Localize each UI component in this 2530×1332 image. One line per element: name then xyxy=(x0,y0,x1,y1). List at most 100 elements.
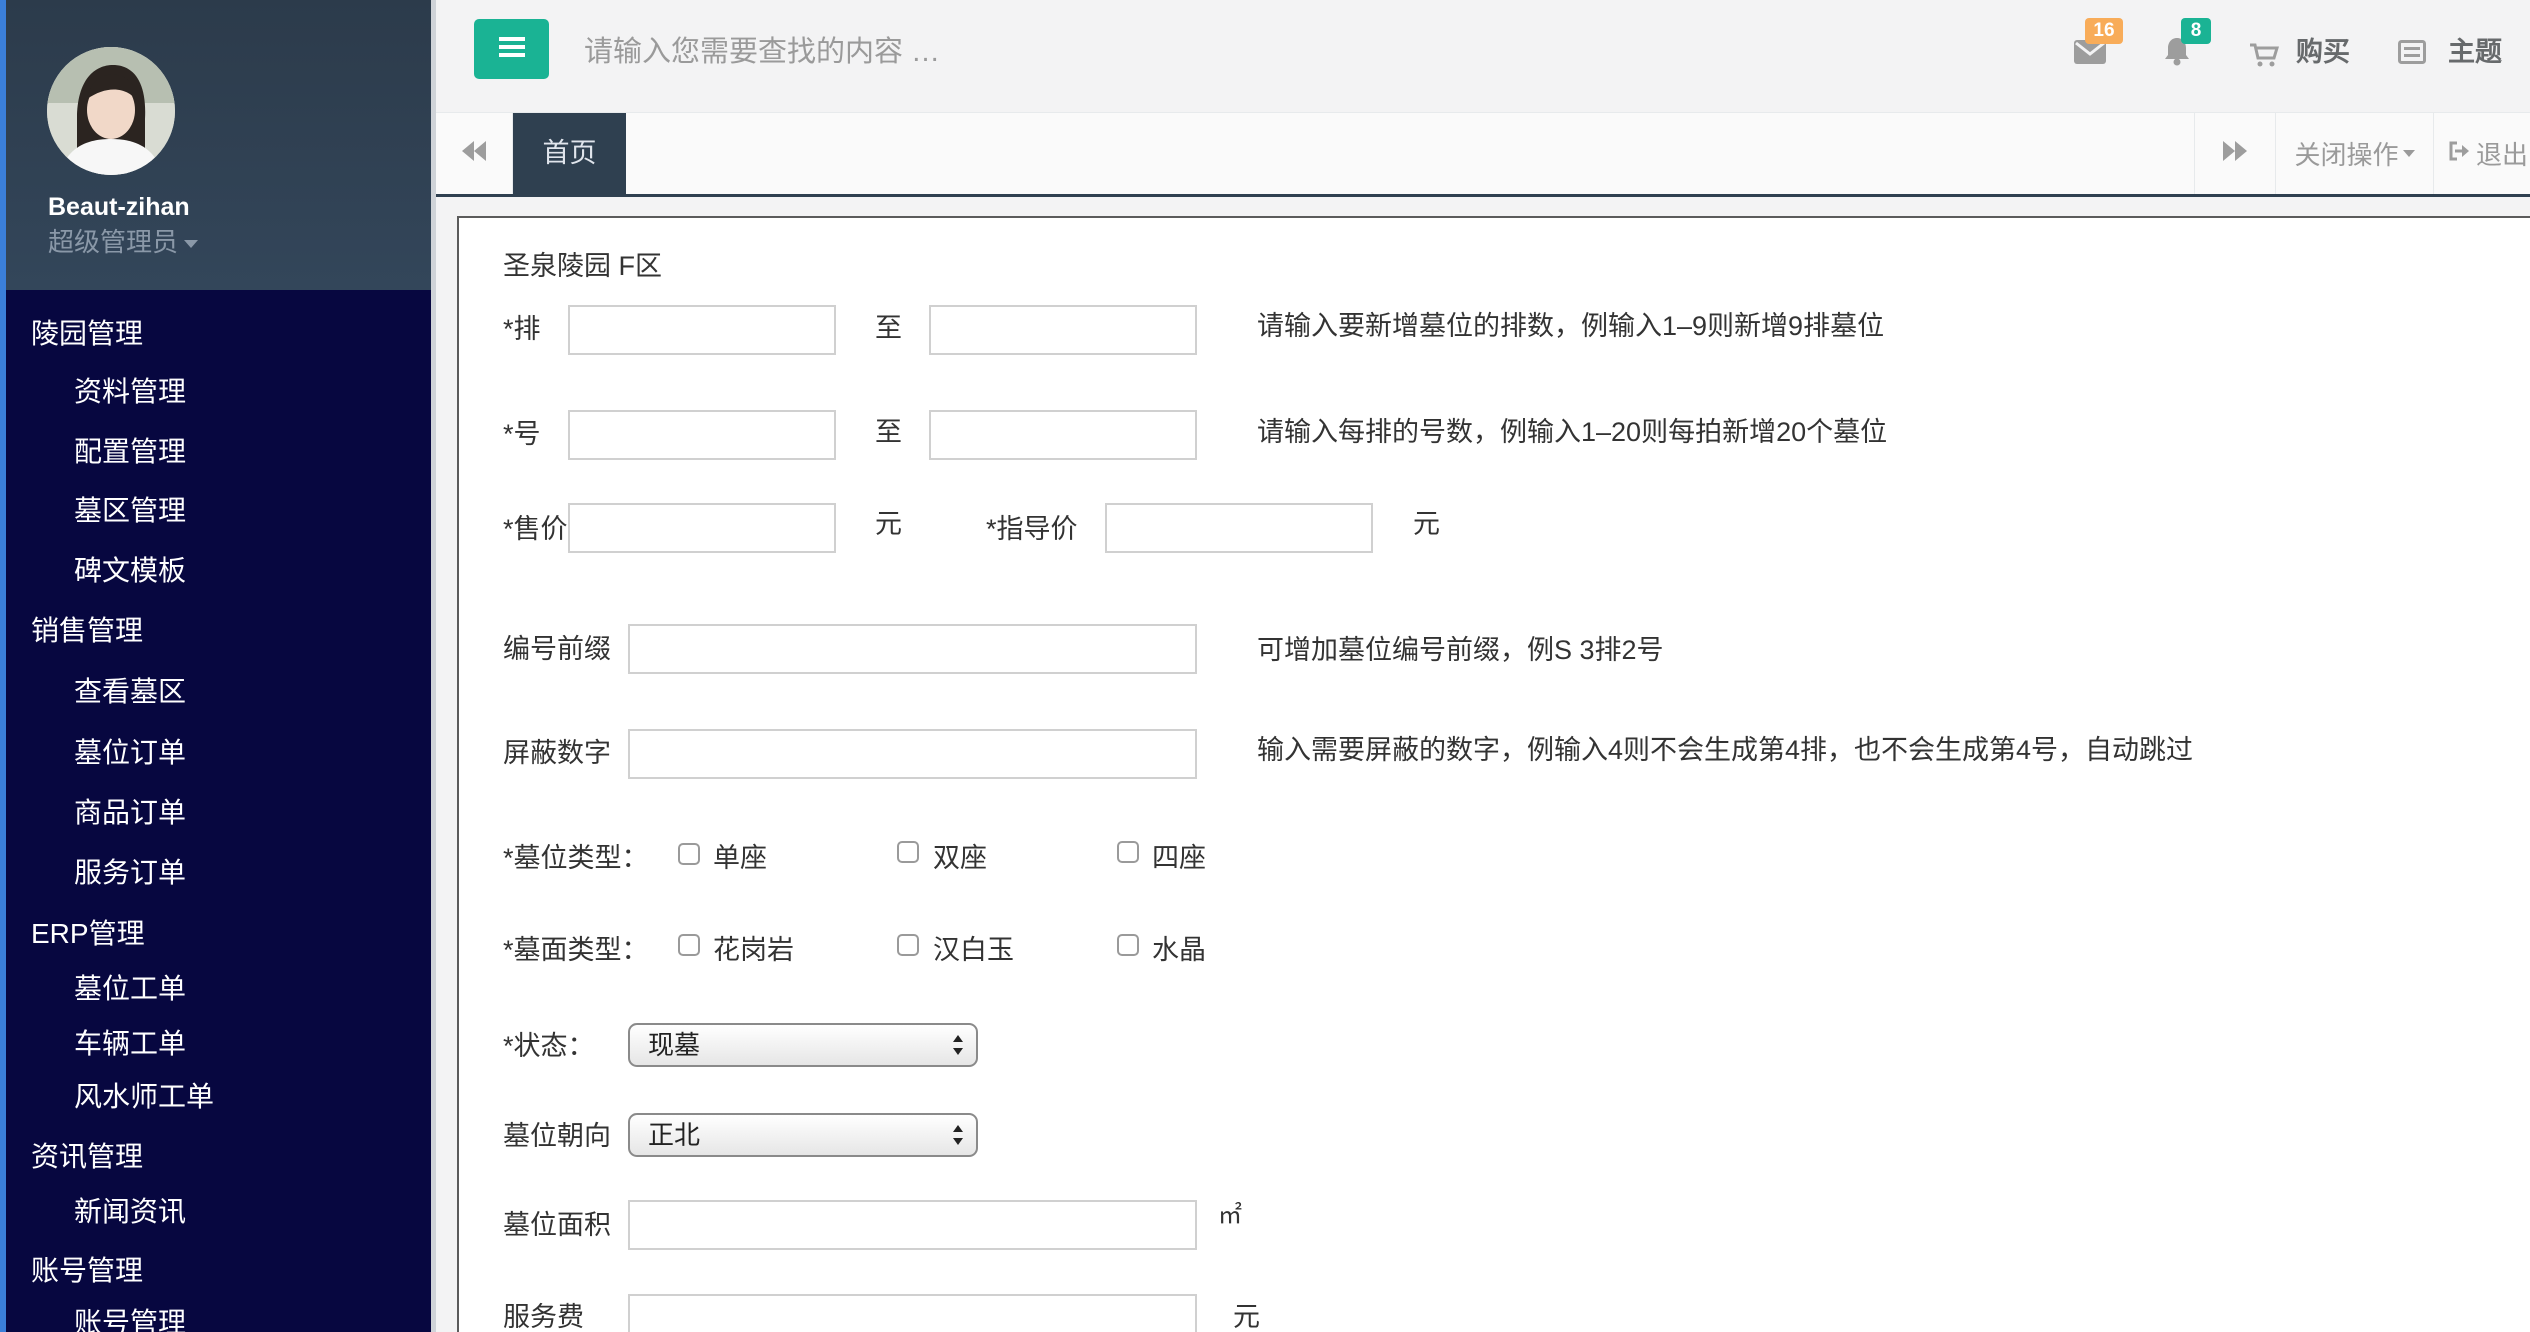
nav-item-account-management[interactable]: 账号管理 xyxy=(74,1307,186,1332)
guide-price-input[interactable] xyxy=(1105,503,1373,553)
grave-type-single-checkbox[interactable] xyxy=(678,843,700,865)
price-input[interactable] xyxy=(568,503,836,553)
prefix-label: 编号前缀 xyxy=(503,634,611,664)
mail-count-badge: 16 xyxy=(2085,18,2123,44)
grave-type-label: *墓位类型： xyxy=(503,843,649,873)
mask-digits-input[interactable] xyxy=(628,729,1197,779)
notification-count-badge: 8 xyxy=(2181,18,2211,44)
number-range-separator: 至 xyxy=(875,417,902,447)
surface-marble-checkbox[interactable] xyxy=(897,934,919,956)
forward-icon xyxy=(2223,141,2247,166)
service-fee-input[interactable] xyxy=(628,1294,1197,1332)
prefix-input[interactable] xyxy=(628,624,1197,674)
nav-item-grave-work-orders[interactable]: 墓位工单 xyxy=(74,973,186,1005)
user-role-dropdown[interactable]: 超级管理员 xyxy=(48,226,199,258)
row-to-input[interactable] xyxy=(929,305,1197,355)
profile-panel: Beaut-zihan 超级管理员 xyxy=(0,0,431,290)
number-hint: 请输入每排的号数，例输入1–20则每拍新增20个墓位 xyxy=(1257,417,1888,447)
prefix-hint: 可增加墓位编号前缀，例S 3排2号 xyxy=(1257,635,1664,665)
status-label: *状态： xyxy=(503,1031,595,1061)
page: Beaut-zihan 超级管理员 陵园管理 资料管理 配置管理 墓区管理 碑文… xyxy=(0,0,2530,1332)
backward-icon xyxy=(462,141,486,166)
status-select-value: 现墓 xyxy=(648,1030,701,1060)
surface-granite-checkbox[interactable] xyxy=(678,934,700,956)
sidebar: Beaut-zihan 超级管理员 陵园管理 资料管理 配置管理 墓区管理 碑文… xyxy=(0,0,431,1332)
orientation-select[interactable]: 正北 xyxy=(628,1113,978,1157)
avatar[interactable] xyxy=(47,47,175,175)
surface-crystal-label[interactable]: 水晶 xyxy=(1152,934,1206,966)
row-range-separator: 至 xyxy=(875,313,902,343)
orientation-select-value: 正北 xyxy=(648,1120,701,1150)
orientation-label: 墓位朝向 xyxy=(503,1121,611,1151)
number-from-input[interactable] xyxy=(568,410,836,460)
area-label: 墓位面积 xyxy=(503,1210,611,1240)
form-title: 圣泉陵园 F区 xyxy=(503,251,662,281)
surface-marble-label[interactable]: 汉白玉 xyxy=(933,934,1014,966)
grave-type-quad-checkbox[interactable] xyxy=(1117,841,1139,863)
tab-scroll-left-button[interactable] xyxy=(436,113,513,194)
area-input[interactable] xyxy=(628,1200,1197,1250)
tab-scroll-right-button[interactable] xyxy=(2194,113,2275,194)
nav-item-vehicle-work-orders[interactable]: 车辆工单 xyxy=(74,1028,186,1060)
nav-item-service-orders[interactable]: 服务订单 xyxy=(74,857,186,889)
nav-item-news[interactable]: 新闻资讯 xyxy=(74,1196,186,1228)
nav-item-data-management[interactable]: 资料管理 xyxy=(74,376,186,408)
row-label: *排 xyxy=(503,314,541,344)
guide-price-unit: 元 xyxy=(1413,509,1440,539)
envelope-icon[interactable] xyxy=(2074,40,2106,69)
surface-granite-label[interactable]: 花岗岩 xyxy=(713,934,794,966)
sidebar-edge-strip xyxy=(0,0,6,1332)
select-arrows-icon xyxy=(952,1033,964,1062)
row-from-input[interactable] xyxy=(568,305,836,355)
number-to-input[interactable] xyxy=(929,410,1197,460)
chevron-down-icon xyxy=(178,227,199,257)
user-name: Beaut-zihan xyxy=(48,193,190,221)
nav-item-config-management[interactable]: 配置管理 xyxy=(74,436,186,468)
nav-item-product-orders[interactable]: 商品订单 xyxy=(74,797,186,829)
buy-label[interactable]: 购买 xyxy=(2296,36,2350,68)
select-arrows-icon xyxy=(952,1123,964,1152)
service-fee-label: 服务费 xyxy=(503,1302,584,1332)
nav-item-epitaph-templates[interactable]: 碑文模板 xyxy=(74,555,186,587)
grave-type-single-label[interactable]: 单座 xyxy=(713,842,767,874)
nav-item-zone-management[interactable]: 墓区管理 xyxy=(74,495,186,527)
sign-out-icon xyxy=(2448,141,2470,166)
tab-home[interactable]: 首页 xyxy=(513,113,626,194)
search-input[interactable] xyxy=(584,30,1484,74)
nav-group-accounts[interactable]: 账号管理 xyxy=(31,1255,143,1287)
close-tabs-dropdown[interactable]: 关闭操作 xyxy=(2275,113,2433,194)
number-label: *号 xyxy=(503,419,541,449)
area-unit: ㎡ xyxy=(1218,1202,1242,1229)
nav-item-fengshui-work-orders[interactable]: 风水师工单 xyxy=(74,1081,214,1113)
status-select[interactable]: 现墓 xyxy=(628,1023,978,1067)
grave-type-double-checkbox[interactable] xyxy=(897,841,919,863)
price-label: *售价 xyxy=(503,514,568,544)
sidebar-divider xyxy=(431,0,436,1332)
nav-group-cemetery[interactable]: 陵园管理 xyxy=(31,318,143,350)
grave-type-double-label[interactable]: 双座 xyxy=(933,842,987,874)
cart-icon xyxy=(2249,42,2280,73)
guide-price-label: *指导价 xyxy=(986,514,1078,544)
grave-type-quad-label[interactable]: 四座 xyxy=(1152,842,1206,874)
nav-group-erp[interactable]: ERP管理 xyxy=(31,918,145,950)
theme-label[interactable]: 主题 xyxy=(2448,36,2502,68)
surface-crystal-checkbox[interactable] xyxy=(1117,934,1139,956)
logout-label: 退出 xyxy=(2476,140,2529,170)
theme-icon[interactable] xyxy=(2398,40,2426,69)
nav-item-view-zones[interactable]: 查看墓区 xyxy=(74,676,186,708)
hamburger-icon xyxy=(498,36,525,63)
surface-type-label: *墓面类型： xyxy=(503,935,649,965)
row-hint: 请输入要新增墓位的排数，例输入1–9则新增9排墓位 xyxy=(1257,311,1885,341)
logout-button[interactable]: 退出 xyxy=(2433,113,2530,194)
nav-group-news[interactable]: 资讯管理 xyxy=(31,1141,143,1173)
nav-group-sales[interactable]: 销售管理 xyxy=(31,615,143,647)
user-role-label: 超级管理员 xyxy=(48,227,179,257)
chevron-down-icon xyxy=(2402,145,2415,163)
price-unit: 元 xyxy=(875,509,902,539)
tab-bar-underline xyxy=(436,194,2530,197)
menu-toggle-button[interactable] xyxy=(474,19,549,79)
mask-digits-hint: 输入需要屏蔽的数字，例输入4则不会生成第4排，也不会生成第4号，自动跳过 xyxy=(1257,735,2194,765)
close-tabs-label: 关闭操作 xyxy=(2294,140,2399,170)
mask-digits-label: 屏蔽数字 xyxy=(503,738,611,768)
nav-item-grave-orders[interactable]: 墓位订单 xyxy=(74,737,186,769)
